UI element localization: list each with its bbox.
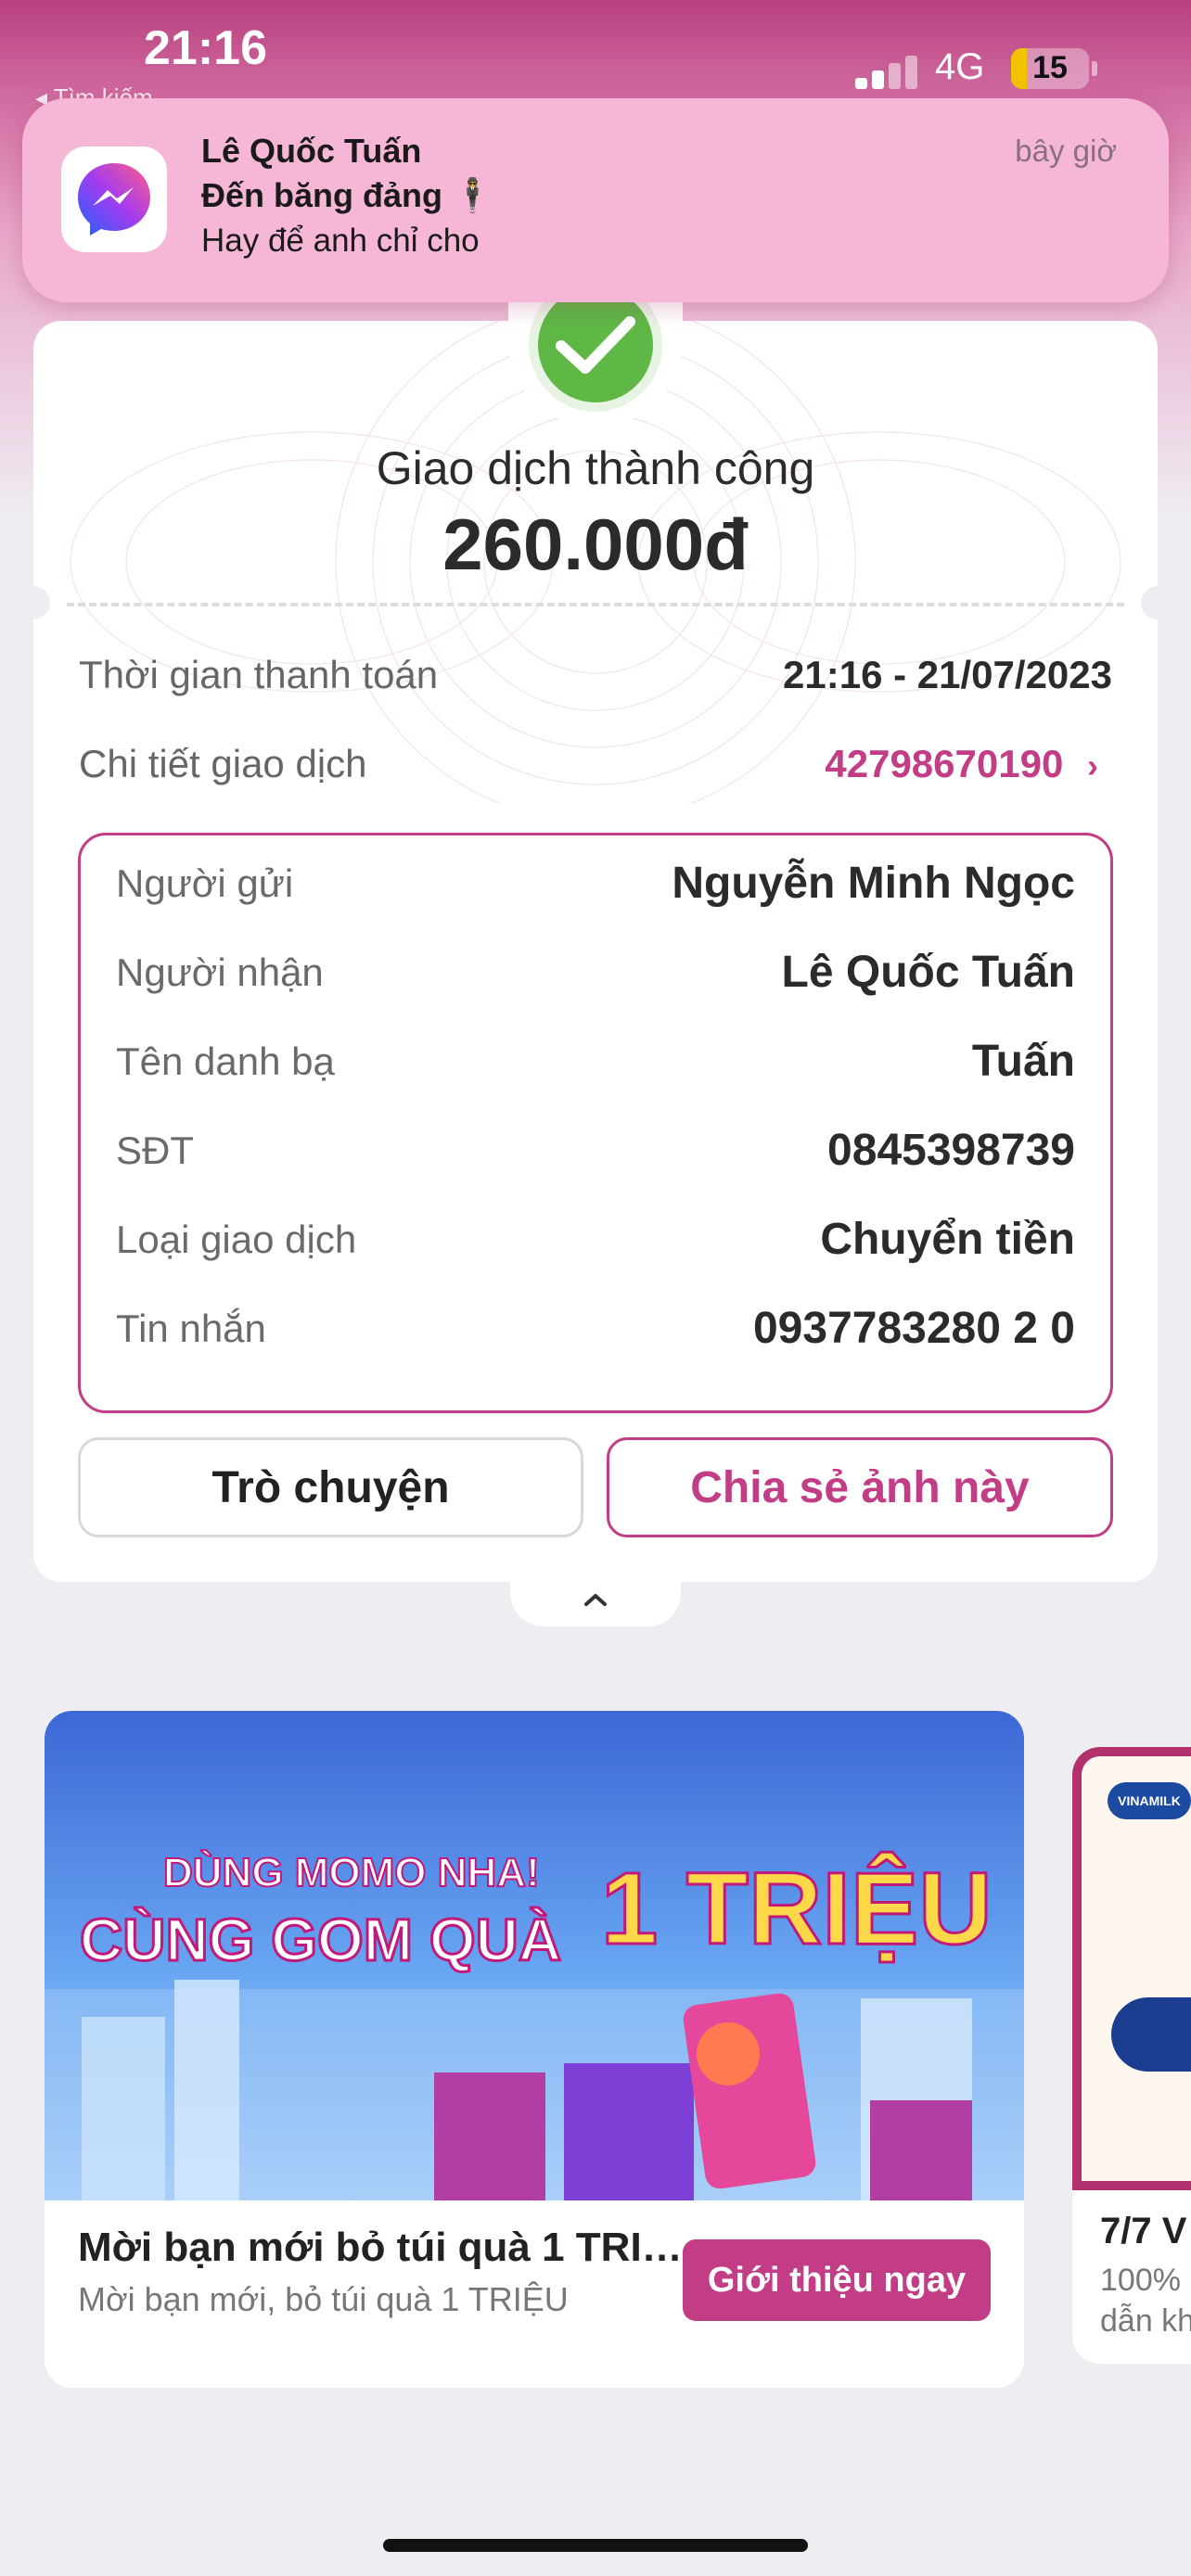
message-value: 0937783280 2 0 xyxy=(752,1304,1075,1353)
contact-name-label: Tên danh bạ xyxy=(116,1039,335,1083)
promo-banner-line2: CÙNG GOM QUÀ xyxy=(78,1906,562,1975)
promo-banner-image: DÙNG MOMO NHA! CÙNG GOM QUÀ 1 TRIỆU xyxy=(45,1711,1024,2200)
battery-icon: 15 xyxy=(1011,48,1089,89)
payment-time-value: 21:16 - 21/07/2023 xyxy=(783,653,1112,696)
promo2-banner: VINAMILK xyxy=(1072,1747,1191,2190)
promo-banner-line3: 1 TRIỆU xyxy=(600,1851,994,1968)
vinamilk-logo: VINAMILK xyxy=(1108,1782,1191,1819)
transaction-detail-label: Chi tiết giao dịch xyxy=(79,742,367,785)
promo2-banner-inner: VINAMILK xyxy=(1082,1756,1191,2181)
promo2-line1: 100% xyxy=(1100,2263,1181,2298)
recipient-label: Người nhận xyxy=(116,950,324,994)
transaction-type-value: Chuyển tiền xyxy=(820,1215,1075,1264)
battery-nub xyxy=(1092,61,1097,76)
signal-icon xyxy=(855,52,920,89)
sender-value: Nguyễn Minh Ngọc xyxy=(672,859,1075,908)
transaction-type-label: Loại giao dịch xyxy=(116,1218,357,1261)
notification-time: bây giờ xyxy=(1015,134,1117,168)
discount-badge xyxy=(1111,1997,1191,2072)
promo-card-2[interactable]: VINAMILK 7/7 V 100% dẫn kh xyxy=(1072,1747,1191,2364)
messenger-icon xyxy=(61,147,167,252)
chevron-up-icon xyxy=(583,1591,608,1613)
recipient-value: Lê Quốc Tuấn xyxy=(781,948,1075,997)
refer-now-button[interactable]: Giới thiệu ngay xyxy=(683,2239,991,2321)
transaction-amount: 260.000đ xyxy=(442,504,749,585)
sender-label: Người gửi xyxy=(116,861,294,905)
notification-title: Đến băng đảng 🕴 xyxy=(201,176,493,214)
collapse-toggle[interactable] xyxy=(510,1576,681,1626)
chevron-right-icon: › xyxy=(1087,746,1098,784)
transaction-status: Giao dịch thành công xyxy=(376,442,815,494)
messenger-notification[interactable]: Lê Quốc Tuấn Đến băng đảng 🕴 Hay để anh … xyxy=(22,98,1169,302)
phone-label: SĐT xyxy=(116,1129,194,1172)
promo-banner-line1: DÙNG MOMO NHA! xyxy=(162,1849,541,1896)
transaction-id: 42798670190 xyxy=(825,742,1064,785)
transaction-id-link[interactable]: 42798670190 › xyxy=(825,742,1098,786)
network-label: 4G xyxy=(935,46,985,87)
chat-button[interactable]: Trò chuyện xyxy=(78,1437,583,1537)
share-image-button[interactable]: Chia sẻ ảnh này xyxy=(607,1437,1113,1537)
notification-sender: Lê Quốc Tuấn xyxy=(201,132,422,170)
status-time: 21:16 xyxy=(144,21,267,75)
ticket-notch-left xyxy=(17,586,50,619)
promo-subtitle: Mời bạn mới, bỏ túi quà 1 TRIỆU xyxy=(78,2280,569,2318)
ticket-notch-right xyxy=(1141,586,1174,619)
notification-body: Hay để anh chỉ cho xyxy=(201,223,480,259)
promo2-title: 7/7 V xyxy=(1100,2211,1187,2251)
contact-name-value: Tuấn xyxy=(971,1037,1075,1086)
home-indicator[interactable] xyxy=(383,2539,808,2552)
promo2-line2: dẫn kh xyxy=(1100,2303,1191,2339)
battery-level: 15 xyxy=(1032,50,1068,85)
message-label: Tin nhắn xyxy=(116,1307,266,1350)
payment-time-label: Thời gian thanh toán xyxy=(79,653,439,696)
phone-value: 0845398739 xyxy=(827,1126,1075,1175)
ticket-divider xyxy=(67,603,1124,606)
promo-title: Mời bạn mới bỏ túi quà 1 TRIỆU xyxy=(78,2225,690,2270)
promo-card[interactable]: DÙNG MOMO NHA! CÙNG GOM QUÀ 1 TRIỆU Mời … xyxy=(45,1711,1024,2388)
transaction-details-box: Người gửi Nguyễn Minh Ngọc Người nhận Lê… xyxy=(78,833,1113,1413)
